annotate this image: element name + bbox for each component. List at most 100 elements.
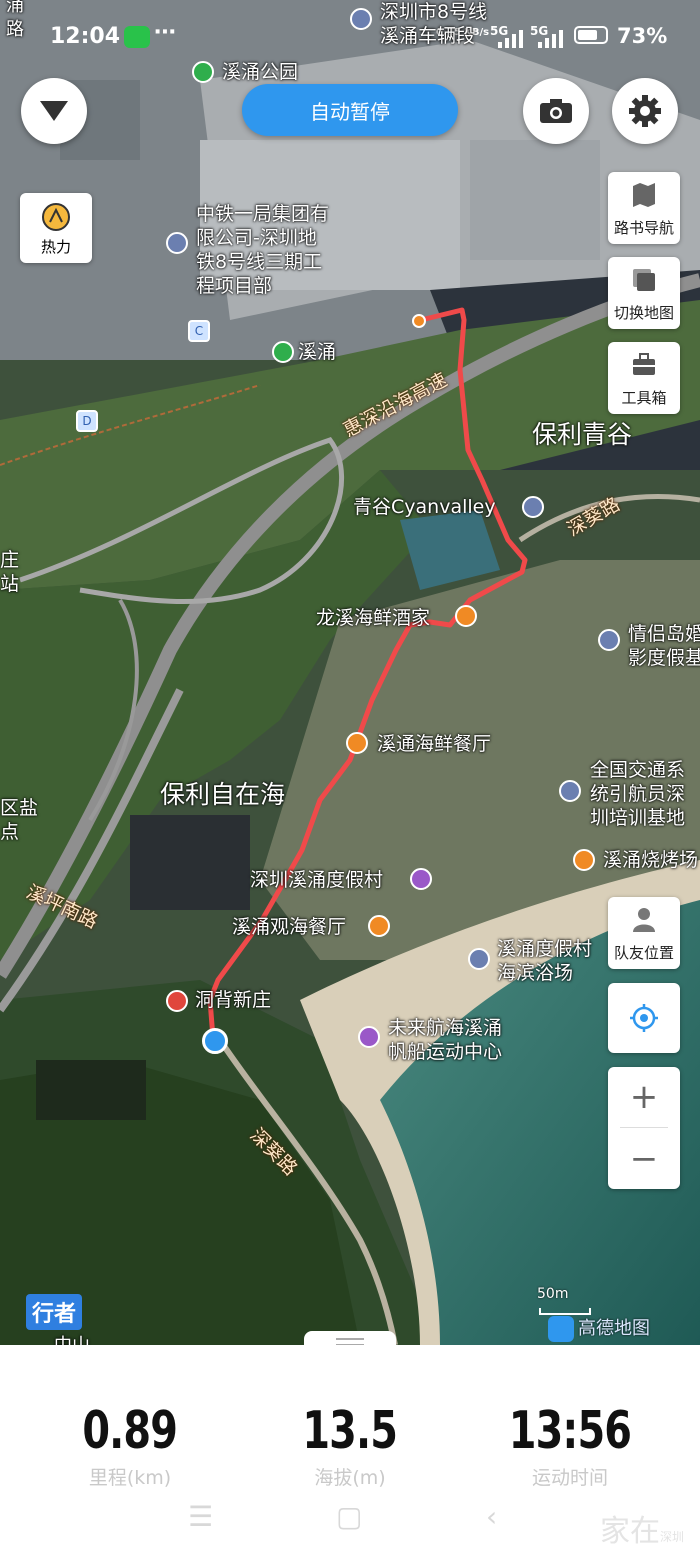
wechat-icon: [124, 26, 150, 48]
label-bbq: 溪涌烧烤场: [603, 849, 699, 871]
poi-cyanvalley[interactable]: [522, 496, 544, 518]
label-xitong: 溪通海鲜餐厅: [377, 733, 492, 755]
label-top-left-road: 涌 路: [6, 0, 24, 40]
signal-icon-2: [538, 28, 568, 48]
distance-value: 0.89: [82, 1401, 179, 1461]
watermark-text: 家在: [600, 1514, 660, 1549]
satellite-imagery: [0, 0, 700, 1345]
poi-bbq[interactable]: [573, 849, 595, 871]
person-icon: [633, 908, 655, 932]
stat-distance: 0.89 里程(km): [30, 1401, 230, 1490]
heatmap-button[interactable]: 热力: [20, 193, 92, 263]
layers-icon: [633, 269, 655, 291]
poi-qinglv[interactable]: [598, 629, 620, 651]
camera-icon: [540, 99, 572, 123]
label-xichong: 溪涌: [298, 341, 337, 363]
toolbox-label: 工具箱: [621, 389, 667, 407]
roadbook-nav-label: 路书导航: [613, 219, 674, 237]
poi-dongbei[interactable]: [166, 990, 188, 1012]
poi-beach[interactable]: [468, 948, 490, 970]
toolbox-button[interactable]: 工具箱: [608, 342, 680, 414]
watermark: 家在深圳: [600, 1506, 684, 1550]
battery-icon: [574, 26, 608, 44]
poi-seaview[interactable]: [368, 915, 390, 937]
app-logo: 行者: [26, 1294, 83, 1330]
label-zhongshan: 中山: [54, 1334, 90, 1345]
label-sailing: 未来航海溪涌 帆船运动中心: [388, 1017, 503, 1063]
settings-button[interactable]: [612, 78, 678, 144]
label-beach: 溪涌度假村 海滨浴场: [497, 938, 593, 984]
stat-duration: 13:56 运动时间: [470, 1401, 670, 1490]
clock: 12:04: [50, 24, 121, 49]
gear-icon: [629, 95, 661, 127]
toolbox-icon: [633, 353, 655, 375]
label-longxi: 龙溪海鲜酒家: [316, 607, 431, 629]
amap-logo-icon: [548, 1316, 574, 1342]
brand-label: 高德地图: [578, 1318, 650, 1339]
camera-button[interactable]: [523, 78, 589, 144]
auto-pause-button[interactable]: 自动暂停: [242, 84, 458, 136]
track-start-marker: [412, 314, 426, 328]
signal-icon: [498, 28, 528, 48]
label-company: 中铁一局集团有 限公司-深圳地 铁8号线三期工 程项目部: [196, 203, 330, 297]
label-poly-zizai: 保利自在海: [160, 780, 286, 809]
label-resort: 深圳溪涌度假村: [250, 869, 384, 891]
teammate-location-label: 队友位置: [613, 944, 674, 962]
poi-xichong-station[interactable]: [272, 341, 294, 363]
label-cyanvalley: 青谷Cyanvalley: [353, 496, 496, 518]
zoom-in-button[interactable]: +: [608, 1067, 680, 1127]
poi-metro-depot[interactable]: [350, 8, 372, 30]
poi-park[interactable]: [192, 61, 214, 83]
duration-value: 13:56: [508, 1401, 632, 1461]
heatmap-label: 热力: [40, 238, 71, 256]
switch-map-button[interactable]: 切换地图: [608, 257, 680, 329]
map-book-icon: [633, 183, 655, 207]
poi-sailing[interactable]: [358, 1026, 380, 1048]
status-bar: 12:04 ⋯ 0.25 KB/s 5G 5G 73%: [0, 18, 700, 58]
back-icon[interactable]: ‹: [486, 1500, 497, 1533]
teammate-location-button[interactable]: 队友位置: [608, 897, 680, 969]
zoom-out-button[interactable]: −: [608, 1129, 680, 1189]
poi-company[interactable]: [166, 232, 188, 254]
stat-altitude: 13.5 海拔(m): [250, 1401, 450, 1490]
label-seaview: 溪涌观海餐厅: [232, 916, 347, 938]
label-left-station: 庄 站: [0, 549, 20, 595]
chevron-down-icon: [40, 101, 68, 121]
label-poly-qinggu: 保利青谷: [532, 420, 633, 449]
current-location-marker: [202, 1028, 228, 1054]
locate-me-button[interactable]: [608, 983, 680, 1053]
map-brand: 高德地图: [548, 1314, 650, 1342]
collapse-button[interactable]: [21, 78, 87, 144]
crosshair-icon: [630, 1004, 658, 1032]
scale-label: 50m: [537, 1286, 569, 1302]
label-qinglv: 情侣岛婚 影度假基: [628, 623, 700, 669]
altitude-value: 13.5: [302, 1401, 399, 1461]
label-metro-depot: 深圳市8号线 溪涌车辆段: [380, 1, 488, 47]
heat-icon: [42, 203, 70, 231]
poi-training-base[interactable]: [559, 780, 581, 802]
menu-icon[interactable]: ☰: [188, 1500, 213, 1533]
poi-xitong-restaurant[interactable]: [346, 732, 368, 754]
map-view[interactable]: 12:04 ⋯ 0.25 KB/s 5G 5G 73% 自动暂停 热力 路书导航…: [0, 0, 700, 1345]
drawer-handle[interactable]: [304, 1331, 396, 1345]
home-icon[interactable]: ▢: [336, 1500, 362, 1533]
poi-exit-c[interactable]: C: [188, 320, 210, 342]
poi-exit-d[interactable]: D: [76, 410, 98, 432]
battery-percent: 73%: [617, 24, 668, 48]
zoom-control: + −: [608, 1067, 680, 1189]
more-notifications-icon: ⋯: [154, 20, 176, 45]
poi-resort[interactable]: [410, 868, 432, 890]
map-scale: 50m: [537, 1286, 591, 1315]
duration-label: 运动时间: [531, 1467, 608, 1489]
watermark-sub: 深圳: [660, 1530, 685, 1544]
label-left-yan: 区盐 点: [0, 797, 39, 843]
poi-longxi-restaurant[interactable]: [455, 605, 477, 627]
distance-label: 里程(km): [88, 1467, 172, 1489]
label-dongbei: 洞背新庄: [195, 989, 272, 1011]
label-training-base: 全国交通系 统引航员深 圳培训基地: [590, 759, 686, 829]
system-nav-bar: ☰ ▢ ‹: [0, 1500, 700, 1540]
switch-map-label: 切换地图: [613, 304, 674, 322]
label-park: 溪涌公园: [222, 61, 299, 83]
roadbook-nav-button[interactable]: 路书导航: [608, 172, 680, 244]
altitude-label: 海拔(m): [314, 1467, 386, 1489]
